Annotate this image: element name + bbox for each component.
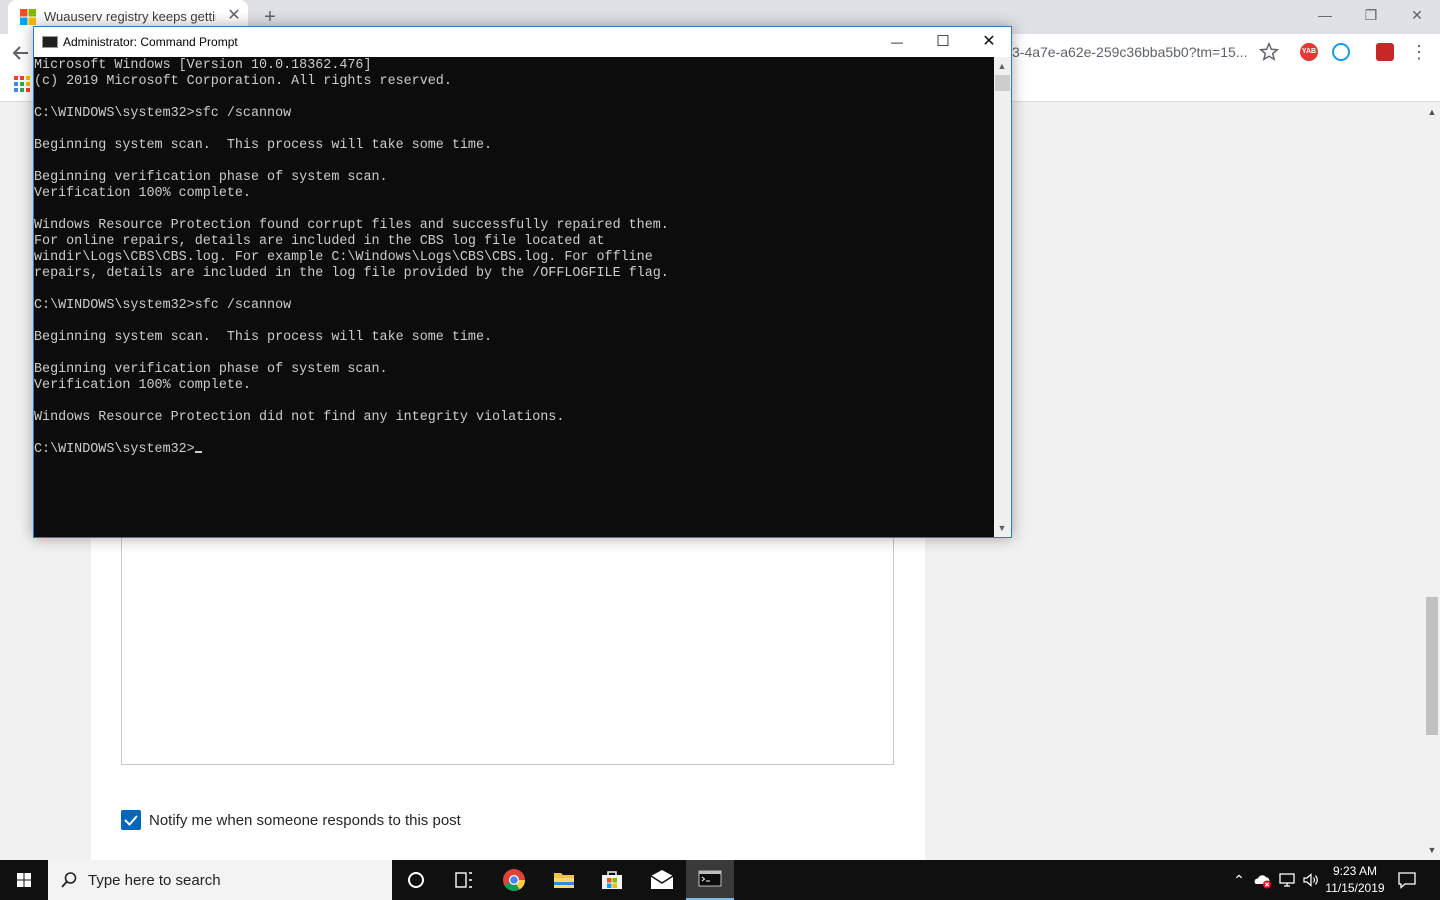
scroll-up-arrow-icon[interactable]: ▲ (1424, 104, 1440, 120)
windows-start-icon[interactable] (0, 860, 48, 900)
microsoft-logo-icon (20, 9, 36, 25)
console-line: Beginning system scan. This process will… (34, 138, 493, 153)
volume-icon[interactable] (1301, 870, 1321, 890)
taskbar-search-box[interactable]: Type here to search (48, 860, 392, 900)
console-line: (c) 2019 Microsoft Corporation. All righ… (34, 74, 452, 89)
file-explorer-icon[interactable] (540, 860, 588, 900)
show-hidden-icons-icon[interactable]: ⌃ (1230, 870, 1248, 890)
console-line: Verification 100% complete. (34, 186, 251, 201)
console-line: Beginning verification phase of system s… (34, 362, 388, 377)
browser-menu-icon[interactable]: ⋮ (1410, 40, 1428, 64)
search-icon (61, 872, 77, 888)
cmd-minimize-button[interactable]: — (874, 27, 920, 57)
console-line: C:\WINDOWS\system32>sfc /scannow (34, 298, 292, 313)
checkmark-icon (124, 815, 138, 826)
cmd-scroll-up-icon[interactable]: ▲ (994, 58, 1010, 74)
yab-extension-icon[interactable]: YAB (1300, 43, 1318, 61)
browser-restore-button[interactable]: ❐ (1348, 0, 1394, 30)
onedrive-error-icon[interactable] (1253, 870, 1273, 890)
command-prompt-window: Administrator: Command Prompt — ☐ ✕ Micr… (33, 26, 1012, 538)
browser-close-button[interactable]: ✕ (1394, 0, 1440, 30)
loop-extension-icon[interactable] (1332, 43, 1350, 61)
console-line: Windows Resource Protection found corrup… (34, 218, 669, 233)
reply-text-area[interactable] (121, 532, 894, 765)
action-center-icon[interactable] (1396, 870, 1418, 890)
network-icon[interactable] (1278, 870, 1298, 890)
clock-date: 11/15/2019 (1325, 881, 1385, 895)
notify-label[interactable]: Notify me when someone responds to this … (149, 812, 461, 829)
cmd-scrollbar[interactable]: ▲ ▼ (994, 57, 1011, 537)
console-line: Beginning verification phase of system s… (34, 170, 388, 185)
command-prompt-icon (698, 870, 722, 887)
console-line: Microsoft Windows [Version 10.0.18362.47… (34, 58, 372, 73)
cmd-maximize-button[interactable]: ☐ (920, 27, 966, 57)
console-line: C:\WINDOWS\system32> (34, 442, 994, 458)
cmd-scrollbar-thumb[interactable] (995, 75, 1010, 91)
cmd-window-title: Administrator: Command Prompt (63, 35, 238, 49)
clock-time: 9:23 AM (1332, 864, 1378, 878)
console-line: repairs, details are included in the log… (34, 266, 669, 281)
console-line: windir\Logs\CBS\CBS.log. For example C:\… (34, 250, 653, 265)
cmd-close-button[interactable]: ✕ (966, 27, 1012, 57)
cmd-scroll-down-icon[interactable]: ▼ (994, 520, 1010, 536)
search-placeholder: Type here to search (88, 872, 221, 889)
browser-minimize-button[interactable]: — (1302, 0, 1348, 30)
console-line: Windows Resource Protection did not find… (34, 410, 565, 425)
tab-title: Wuauserv registry keeps getting (44, 9, 216, 24)
page-scrollbar[interactable]: ▲ ▼ (1424, 102, 1440, 860)
chrome-icon[interactable] (490, 860, 538, 900)
cmd-titlebar[interactable]: Administrator: Command Prompt — ☐ ✕ (34, 27, 1011, 57)
tab-close-icon[interactable]: ✕ (224, 6, 244, 26)
console-line: Verification 100% complete. (34, 378, 251, 393)
bookmark-star-icon[interactable] (1258, 41, 1280, 63)
reply-form-card: Notify me when someone responds to this … (91, 532, 925, 860)
taskbar-clock[interactable]: 9:23 AM 11/15/2019 (1320, 863, 1390, 897)
console-line: Beginning system scan. This process will… (34, 330, 493, 345)
shield-extension-icon[interactable] (1376, 43, 1394, 61)
windows-taskbar: Type here to search ⌃ 9:23 AM 11/15/2019 (0, 860, 1440, 900)
notify-checkbox[interactable] (121, 810, 141, 830)
back-arrow-icon[interactable] (8, 40, 34, 66)
console-cursor (194, 451, 202, 453)
task-view-icon[interactable] (440, 860, 488, 900)
page-scrollbar-thumb[interactable] (1426, 597, 1438, 735)
store-icon[interactable] (588, 860, 636, 900)
command-prompt-icon (42, 36, 58, 48)
command-prompt-taskbar-button[interactable] (686, 860, 734, 900)
console-output[interactable]: Microsoft Windows [Version 10.0.18362.47… (34, 57, 994, 537)
console-line: C:\WINDOWS\system32>sfc /scannow (34, 106, 292, 121)
console-line: For online repairs, details are included… (34, 234, 605, 249)
scroll-down-arrow-icon[interactable]: ▼ (1424, 842, 1440, 858)
cortana-icon[interactable] (392, 860, 440, 900)
mail-icon[interactable] (638, 860, 686, 900)
apps-grid-icon[interactable] (14, 76, 30, 92)
address-bar-url[interactable]: 3-4a7e-a62e-259c36bba5b0?tm=15... (1012, 44, 1252, 60)
